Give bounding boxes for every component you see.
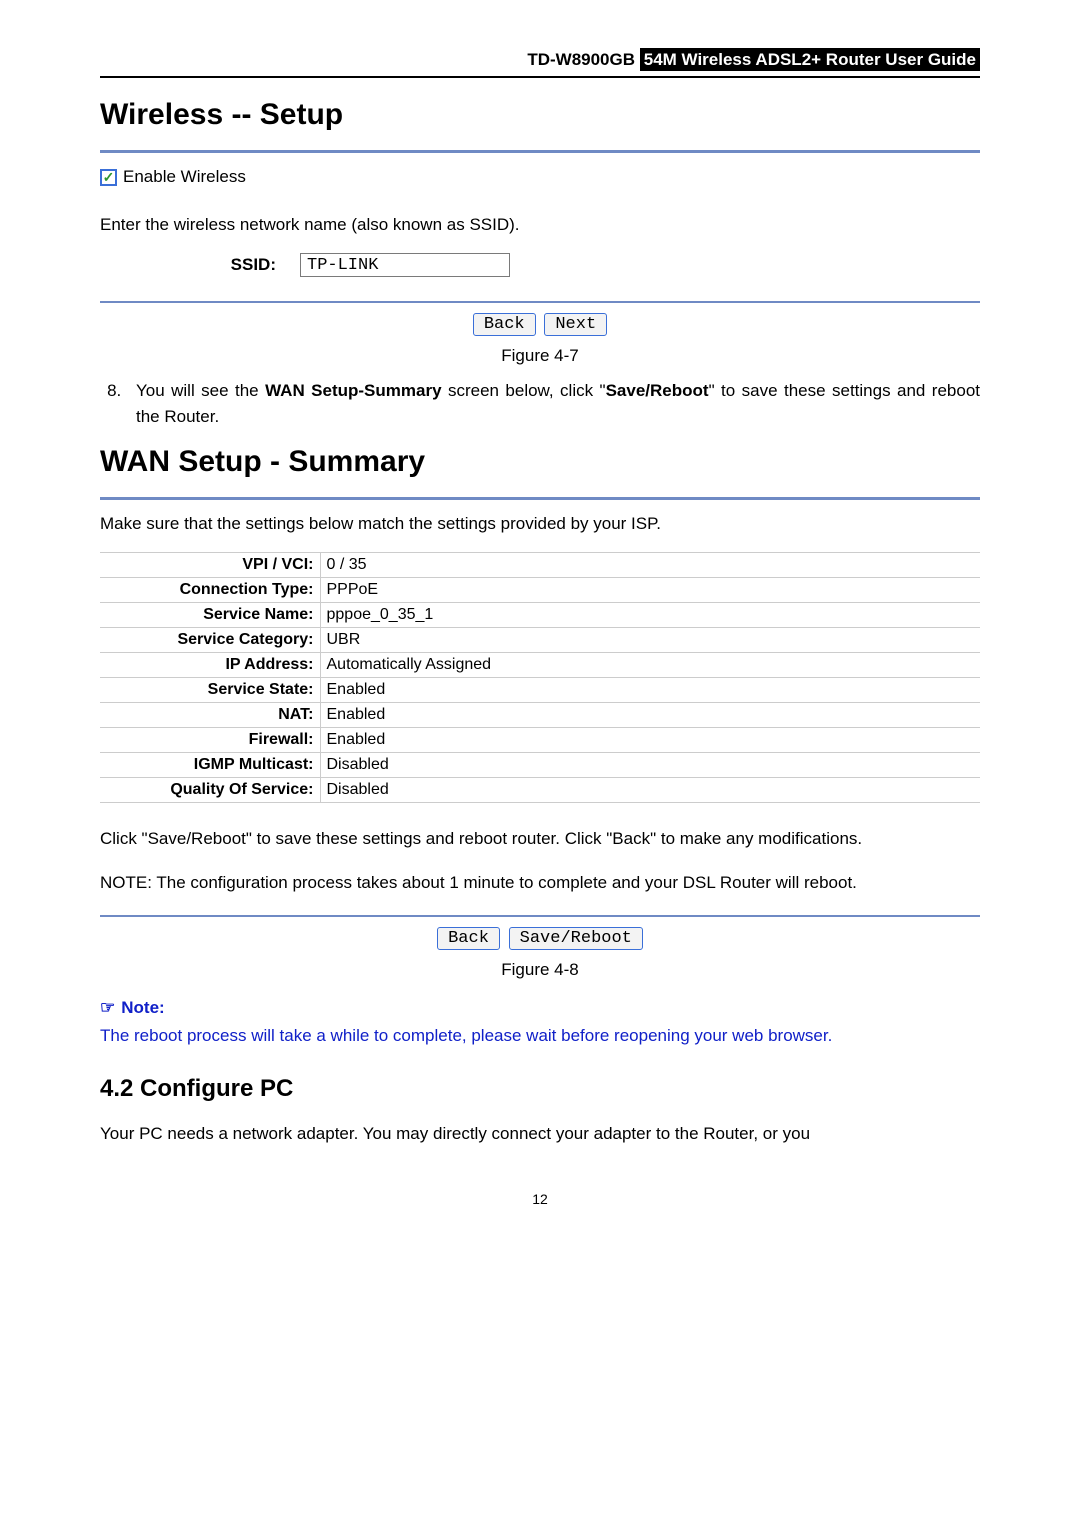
divider [100,301,980,303]
wireless-button-row: Back Next [100,313,980,336]
reboot-note: NOTE: The configuration process takes ab… [100,871,980,895]
ssid-label: SSID: [100,255,300,275]
summary-value: Enabled [320,678,980,703]
summary-key: Firewall: [100,728,320,753]
table-row: IGMP Multicast:Disabled [100,753,980,778]
section-4-2-body: Your PC needs a network adapter. You may… [100,1121,980,1147]
model-id: TD-W8900GB [527,50,635,69]
summary-key: Service Category: [100,628,320,653]
note-label: Note: [121,998,164,1017]
wireless-heading: Wireless -- Setup [100,98,980,132]
ssid-instruction: Enter the wireless network name (also kn… [100,215,980,235]
back-button[interactable]: Back [473,313,536,336]
step-8: You will see the WAN Setup-Summary scree… [126,378,980,429]
section-4-2-heading: 4.2 Configure PC [100,1075,980,1103]
figure-4-8-caption: Figure 4-8 [100,960,980,980]
table-row: NAT:Enabled [100,703,980,728]
table-row: IP Address:Automatically Assigned [100,653,980,678]
summary-key: Quality Of Service: [100,778,320,803]
wan-summary-table: VPI / VCI:0 / 35Connection Type:PPPoESer… [100,552,980,803]
page-number: 12 [100,1191,980,1207]
pointing-hand-icon: ☞ [100,998,115,1018]
summary-button-row: Back Save/Reboot [100,927,980,950]
table-row: Service State:Enabled [100,678,980,703]
summary-key: VPI / VCI: [100,553,320,578]
summary-key: IP Address: [100,653,320,678]
summary-value: Disabled [320,753,980,778]
summary-key: NAT: [100,703,320,728]
summary-value: Enabled [320,728,980,753]
divider [100,497,980,500]
wan-summary-heading: WAN Setup - Summary [100,445,980,479]
summary-key: IGMP Multicast: [100,753,320,778]
table-row: Service Category:UBR [100,628,980,653]
save-reboot-instruction: Click "Save/Reboot" to save these settin… [100,827,980,851]
enable-wireless-row: ✓ Enable Wireless [100,167,980,187]
summary-value: 0 / 35 [320,553,980,578]
wireless-setup-panel: Wireless -- Setup ✓ Enable Wireless Ente… [100,98,980,336]
summary-value: UBR [320,628,980,653]
summary-key: Service Name: [100,603,320,628]
table-row: Firewall:Enabled [100,728,980,753]
back-button[interactable]: Back [437,927,500,950]
divider [100,915,980,917]
note-body: The reboot process will take a while to … [100,1024,980,1048]
page-header: TD-W8900GB 54M Wireless ADSL2+ Router Us… [100,50,980,78]
summary-value: PPPoE [320,578,980,603]
note-heading: ☞ Note: [100,998,980,1018]
summary-value: Automatically Assigned [320,653,980,678]
doc-title: 54M Wireless ADSL2+ Router User Guide [640,48,980,71]
summary-key: Service State: [100,678,320,703]
summary-value: Disabled [320,778,980,803]
divider [100,150,980,153]
wan-summary-intro: Make sure that the settings below match … [100,514,980,534]
figure-4-7-caption: Figure 4-7 [100,346,980,366]
step-list: You will see the WAN Setup-Summary scree… [120,378,980,429]
wan-summary-panel: WAN Setup - Summary Make sure that the s… [100,445,980,950]
table-row: Service Name:pppoe_0_35_1 [100,603,980,628]
enable-wireless-checkbox[interactable]: ✓ [100,169,117,186]
table-row: Quality Of Service:Disabled [100,778,980,803]
summary-value: Enabled [320,703,980,728]
ssid-input[interactable] [300,253,510,277]
summary-key: Connection Type: [100,578,320,603]
ssid-row: SSID: [100,253,980,277]
save-reboot-button[interactable]: Save/Reboot [509,927,643,950]
next-button[interactable]: Next [544,313,607,336]
table-row: Connection Type:PPPoE [100,578,980,603]
summary-value: pppoe_0_35_1 [320,603,980,628]
table-row: VPI / VCI:0 / 35 [100,553,980,578]
enable-wireless-label: Enable Wireless [123,167,246,187]
